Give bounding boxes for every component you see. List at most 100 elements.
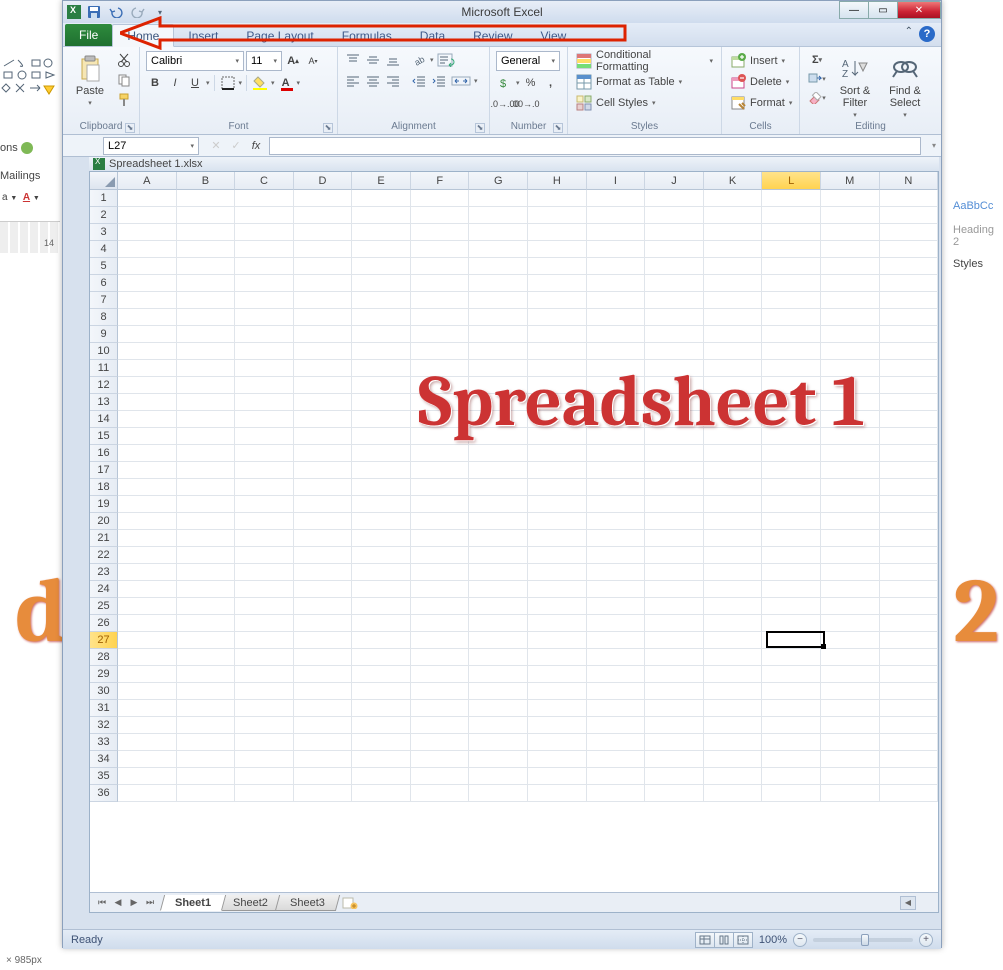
row-header-16[interactable]: 16 bbox=[90, 445, 118, 462]
cell[interactable] bbox=[294, 683, 353, 700]
row-header-36[interactable]: 36 bbox=[90, 785, 118, 802]
cell[interactable] bbox=[762, 343, 821, 360]
cell[interactable] bbox=[645, 445, 704, 462]
cell[interactable] bbox=[528, 683, 587, 700]
cell[interactable] bbox=[762, 326, 821, 343]
cell[interactable] bbox=[469, 292, 528, 309]
cell[interactable] bbox=[880, 632, 939, 649]
cell[interactable] bbox=[235, 343, 294, 360]
cell[interactable] bbox=[880, 377, 939, 394]
cell[interactable] bbox=[469, 241, 528, 258]
cell[interactable] bbox=[880, 224, 939, 241]
cell[interactable] bbox=[528, 785, 587, 802]
cell[interactable] bbox=[704, 547, 763, 564]
cell[interactable] bbox=[587, 734, 646, 751]
cell[interactable] bbox=[528, 734, 587, 751]
cell[interactable] bbox=[880, 275, 939, 292]
cell[interactable] bbox=[469, 751, 528, 768]
cell[interactable] bbox=[528, 241, 587, 258]
cell[interactable] bbox=[352, 326, 411, 343]
cell[interactable] bbox=[880, 717, 939, 734]
cell[interactable] bbox=[118, 275, 177, 292]
cell[interactable] bbox=[294, 428, 353, 445]
cell[interactable] bbox=[469, 462, 528, 479]
cell[interactable] bbox=[645, 190, 704, 207]
cell[interactable] bbox=[411, 717, 470, 734]
cell[interactable] bbox=[352, 462, 411, 479]
cell[interactable] bbox=[294, 700, 353, 717]
row[interactable] bbox=[118, 326, 938, 343]
cell[interactable] bbox=[235, 360, 294, 377]
cell[interactable] bbox=[294, 326, 353, 343]
cell[interactable] bbox=[352, 445, 411, 462]
cell[interactable] bbox=[118, 207, 177, 224]
cell[interactable] bbox=[177, 326, 236, 343]
cell[interactable] bbox=[118, 666, 177, 683]
cell[interactable] bbox=[880, 326, 939, 343]
zoom-slider[interactable] bbox=[813, 938, 913, 942]
cell[interactable] bbox=[528, 632, 587, 649]
col-header-I[interactable]: I bbox=[587, 172, 646, 190]
cell[interactable] bbox=[352, 598, 411, 615]
cell[interactable] bbox=[294, 751, 353, 768]
cell[interactable] bbox=[587, 241, 646, 258]
cell[interactable] bbox=[177, 394, 236, 411]
clear-button[interactable]: ▾ bbox=[806, 89, 828, 107]
cell[interactable] bbox=[469, 496, 528, 513]
cell[interactable] bbox=[645, 241, 704, 258]
row-header-23[interactable]: 23 bbox=[90, 564, 118, 581]
name-box[interactable]: L27▾ bbox=[103, 137, 199, 155]
zoom-level[interactable]: 100% bbox=[759, 934, 787, 946]
cell[interactable] bbox=[177, 462, 236, 479]
cell[interactable] bbox=[880, 207, 939, 224]
align-left-button[interactable] bbox=[344, 72, 362, 90]
cell[interactable] bbox=[762, 207, 821, 224]
conditional-formatting-button[interactable]: Conditional Formatting ▾ bbox=[574, 51, 715, 71]
cell[interactable] bbox=[294, 462, 353, 479]
cell[interactable] bbox=[704, 241, 763, 258]
cell[interactable] bbox=[294, 547, 353, 564]
cell[interactable] bbox=[469, 479, 528, 496]
cell[interactable] bbox=[177, 666, 236, 683]
delete-cells-button[interactable]: Delete ▾ bbox=[728, 72, 791, 92]
cell[interactable] bbox=[177, 258, 236, 275]
cell[interactable] bbox=[528, 598, 587, 615]
row-header-22[interactable]: 22 bbox=[90, 547, 118, 564]
cell[interactable] bbox=[177, 547, 236, 564]
cell[interactable] bbox=[118, 411, 177, 428]
cell[interactable] bbox=[645, 207, 704, 224]
formula-input[interactable] bbox=[269, 137, 921, 155]
tab-page-layout[interactable]: Page Layout bbox=[232, 25, 327, 46]
cell[interactable] bbox=[411, 785, 470, 802]
insert-function-button[interactable]: fx bbox=[247, 137, 265, 155]
zoom-in-button[interactable]: + bbox=[919, 933, 933, 947]
cell[interactable] bbox=[762, 615, 821, 632]
cell[interactable] bbox=[704, 513, 763, 530]
cell[interactable] bbox=[762, 785, 821, 802]
cell[interactable] bbox=[762, 717, 821, 734]
cell[interactable] bbox=[411, 496, 470, 513]
cell[interactable] bbox=[821, 445, 880, 462]
cut-button[interactable] bbox=[115, 51, 133, 69]
cell[interactable] bbox=[411, 666, 470, 683]
cell[interactable] bbox=[235, 394, 294, 411]
row-header-31[interactable]: 31 bbox=[90, 700, 118, 717]
cell[interactable] bbox=[587, 513, 646, 530]
row[interactable] bbox=[118, 683, 938, 700]
row[interactable] bbox=[118, 581, 938, 598]
cell[interactable] bbox=[645, 615, 704, 632]
merge-menu[interactable]: ▾ bbox=[474, 77, 478, 85]
cell[interactable] bbox=[118, 224, 177, 241]
row-header-2[interactable]: 2 bbox=[90, 207, 118, 224]
cell[interactable] bbox=[762, 547, 821, 564]
cell[interactable] bbox=[118, 649, 177, 666]
cell[interactable] bbox=[880, 241, 939, 258]
cell[interactable] bbox=[821, 751, 880, 768]
cell[interactable] bbox=[704, 224, 763, 241]
cell[interactable] bbox=[528, 513, 587, 530]
cell[interactable] bbox=[469, 666, 528, 683]
sheet-tab-1[interactable]: Sheet1 bbox=[160, 895, 226, 911]
cell[interactable] bbox=[469, 683, 528, 700]
merge-center-button[interactable] bbox=[450, 72, 472, 90]
cell[interactable] bbox=[118, 428, 177, 445]
